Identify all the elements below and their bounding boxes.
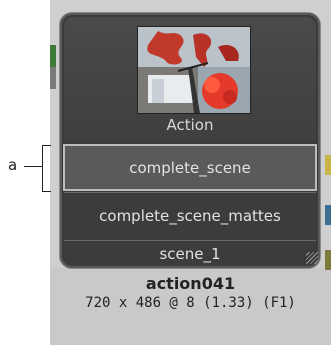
output-row-scene-1[interactable]: scene_1 bbox=[64, 240, 316, 266]
callout-leader-line bbox=[24, 166, 42, 167]
node-resolution-info: 720 x 486 @ 8 (1.33) (F1) bbox=[85, 295, 296, 311]
output-row-complete-scene[interactable]: complete_scene bbox=[63, 144, 317, 191]
callout-bracket bbox=[42, 145, 51, 192]
output-row-complete-scene-mattes[interactable]: complete_scene_mattes bbox=[64, 192, 316, 238]
node-title: Action bbox=[166, 116, 214, 134]
node-thumbnail bbox=[137, 26, 251, 114]
output-label: scene_1 bbox=[159, 244, 221, 263]
neighbor-node-strip-yellow bbox=[325, 155, 331, 175]
neighbor-node-strip-left bbox=[50, 45, 56, 67]
resize-grip-icon[interactable] bbox=[306, 252, 318, 264]
output-label: complete_scene bbox=[129, 159, 251, 177]
callout-label: a bbox=[8, 156, 18, 174]
output-label: complete_scene_mattes bbox=[99, 206, 281, 225]
neighbor-node-strip-left-dark bbox=[50, 67, 56, 89]
node-name: action041 bbox=[145, 274, 236, 293]
neighbor-node-strip-blue bbox=[325, 205, 331, 225]
neighbor-node-strip-olive bbox=[325, 250, 331, 270]
